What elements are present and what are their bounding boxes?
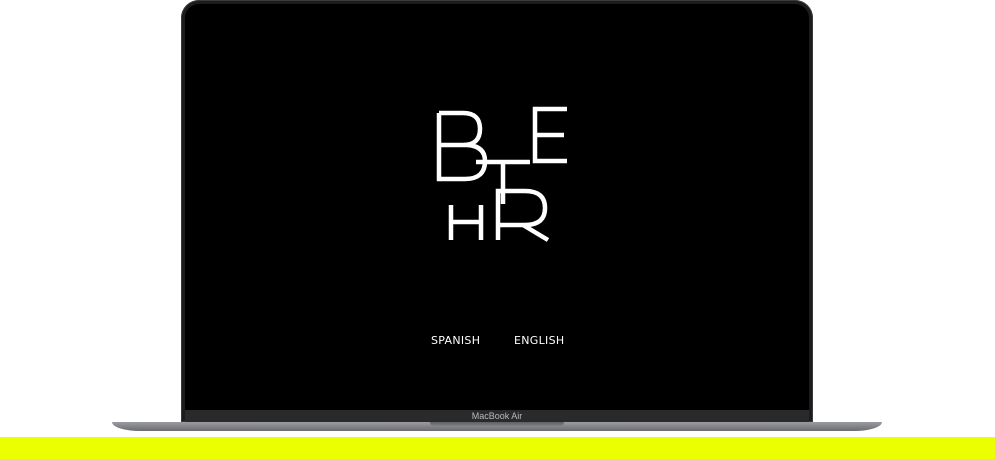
accent-band [0, 437, 995, 459]
base-notch [430, 422, 564, 427]
model-label: MacBook Air [471, 411, 523, 421]
laptop-base [112, 422, 882, 431]
spanish-language-link[interactable]: SPANISH [431, 334, 480, 348]
laptop-chin: MacBook Air [185, 410, 809, 422]
english-language-link[interactable]: ENGLISH [514, 334, 564, 348]
laptop-lid: SPANISH ENGLISH MacBook Air [181, 0, 813, 422]
bthr-logo [433, 104, 573, 254]
laptop-screen: SPANISH ENGLISH [185, 4, 809, 410]
